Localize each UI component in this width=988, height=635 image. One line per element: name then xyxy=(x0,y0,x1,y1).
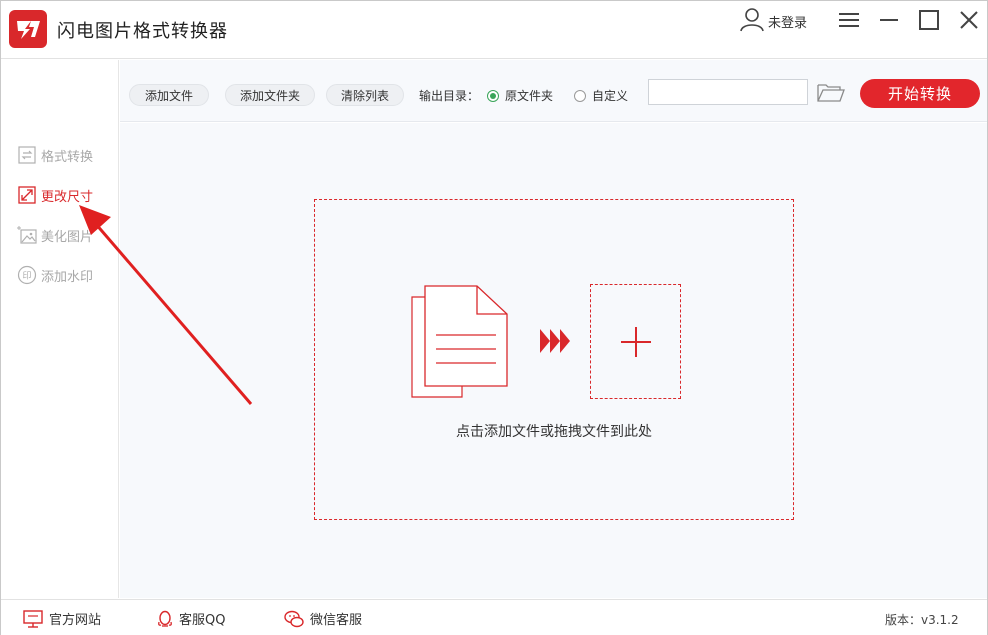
toolbar: 添加文件 添加文件夹 清除列表 输出目录： 原文件夹 自定义 开始转换 xyxy=(120,60,987,122)
file-drop-zone[interactable]: 点击添加文件或拖拽文件到此处 xyxy=(314,199,794,520)
footer-label: 微信客服 xyxy=(310,613,363,628)
svg-text:印: 印 xyxy=(22,270,31,282)
annotation-arrow xyxy=(79,205,253,405)
resize-icon xyxy=(17,185,37,205)
radio-label: 自定义 xyxy=(592,89,629,103)
convert-icon xyxy=(17,145,37,165)
clear-list-button[interactable]: 清除列表 xyxy=(326,84,404,106)
radio-indicator xyxy=(574,89,586,102)
qq-icon xyxy=(157,610,173,628)
menu-button[interactable] xyxy=(835,7,863,35)
version-label: 版本：v3.1.2 xyxy=(885,613,959,627)
radio-label: 原文件夹 xyxy=(505,89,554,103)
user-icon xyxy=(739,6,765,36)
browse-folder-button[interactable] xyxy=(816,80,846,104)
start-convert-button[interactable]: 开始转换 xyxy=(860,79,980,108)
footer-label: 官方网站 xyxy=(49,613,102,628)
document-icon xyxy=(410,283,510,405)
forward-arrows-icon xyxy=(540,329,572,357)
radio-custom[interactable]: 自定义 xyxy=(574,87,628,104)
customer-service-qq-link[interactable]: 客服QQ xyxy=(157,609,225,628)
close-button[interactable] xyxy=(955,7,983,35)
sidebar-item-convert[interactable]: 格式转换 xyxy=(17,144,93,166)
add-file-box[interactable] xyxy=(590,284,681,399)
minimize-button[interactable] xyxy=(875,7,903,35)
title-bar: 闪电图片格式转换器 未登录 xyxy=(1,1,987,59)
output-dir-label: 输出目录： xyxy=(419,89,480,103)
maximize-button[interactable] xyxy=(915,7,943,35)
official-website-link[interactable]: 官方网站 xyxy=(23,609,101,628)
radio-original-folder[interactable]: 原文件夹 xyxy=(487,87,553,104)
add-folder-button[interactable]: 添加文件夹 xyxy=(225,84,315,106)
menu-icon xyxy=(839,13,859,27)
login-label: 未登录 xyxy=(768,15,808,31)
watermark-icon: 印 xyxy=(17,265,37,285)
footer-label: 客服QQ xyxy=(179,613,226,628)
app-title: 闪电图片格式转换器 xyxy=(57,21,228,42)
beautify-icon xyxy=(17,225,37,245)
folder-icon xyxy=(817,84,845,102)
app-window: 闪电图片格式转换器 未登录 格式转换 更改尺寸 美化图片 印 添加水印 添加文件… xyxy=(0,0,988,635)
close-icon xyxy=(960,11,978,29)
monitor-icon xyxy=(23,609,43,628)
plus-icon xyxy=(620,326,651,357)
add-file-button[interactable]: 添加文件 xyxy=(129,84,209,106)
logo-icon xyxy=(9,10,47,48)
output-path-input[interactable] xyxy=(648,79,808,105)
maximize-icon xyxy=(919,10,939,30)
wechat-icon xyxy=(284,610,304,628)
minimize-icon xyxy=(880,19,898,21)
drop-hint-text: 点击添加文件或拖拽文件到此处 xyxy=(456,424,652,440)
wechat-service-link[interactable]: 微信客服 xyxy=(284,609,362,628)
login-button[interactable]: 未登录 xyxy=(739,8,807,34)
sidebar-item-label: 格式转换 xyxy=(41,149,94,165)
footer: 官方网站 客服QQ 微信客服 版本：v3.1.2 xyxy=(1,599,987,635)
radio-indicator xyxy=(487,89,499,102)
